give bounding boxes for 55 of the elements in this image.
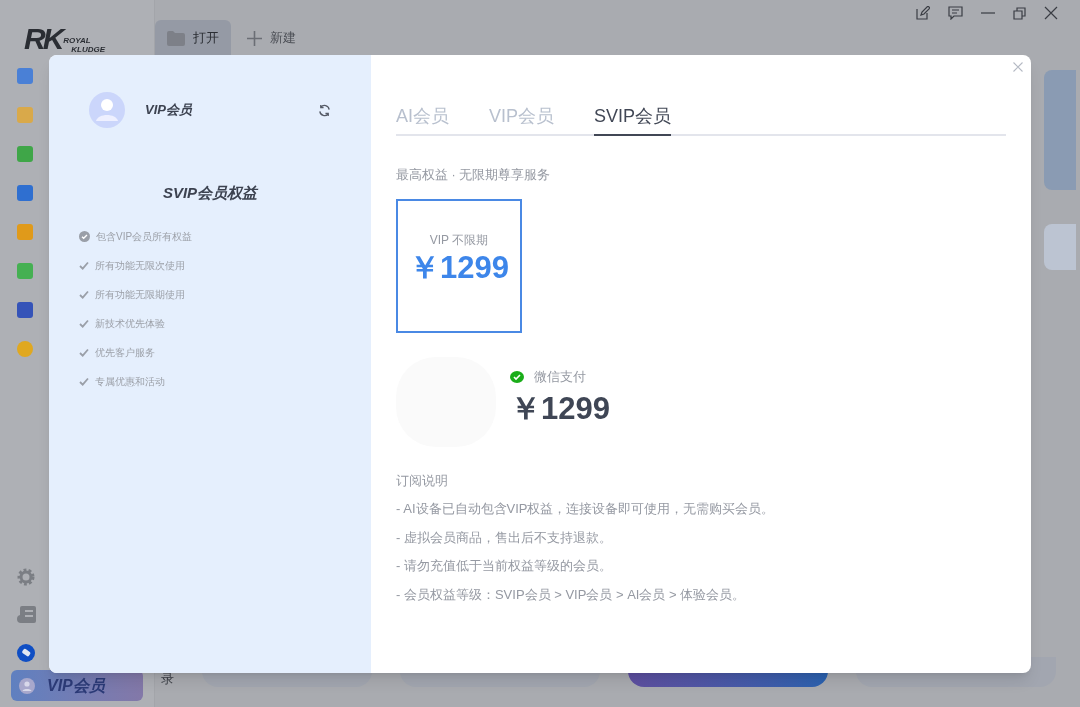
edit-icon[interactable] [916, 6, 930, 20]
benefit-text: 专属优惠和活动 [95, 374, 165, 389]
message-icon[interactable] [948, 6, 963, 20]
row-label: 录 [161, 670, 174, 688]
membership-tab[interactable]: SVIP会员 [594, 103, 672, 136]
benefit-text: 所有功能无限期使用 [95, 287, 185, 302]
server-icon[interactable] [17, 606, 36, 624]
toolbar-button[interactable]: 新建 [235, 20, 308, 56]
check-icon [79, 260, 89, 270]
plus-icon [247, 30, 262, 46]
benefit-text: 优先客户服务 [95, 345, 155, 360]
check-icon [79, 347, 89, 357]
folder-icon [167, 30, 185, 46]
avatar-icon [89, 92, 125, 128]
plan-price: ￥1299 [409, 248, 509, 287]
toolbar-button[interactable]: 打开 [155, 20, 231, 56]
note-text: - 请勿充值低于当前权益等级的会员。 [396, 557, 613, 576]
wechat-pay-icon [510, 370, 524, 383]
check-icon [79, 376, 89, 386]
sidebar-app-icon[interactable] [17, 146, 33, 162]
sidebar-app-icon[interactable] [17, 341, 33, 357]
plan-card[interactable]: VIP 不限期 ￥1299 [396, 198, 522, 333]
membership-tab[interactable]: VIP会员 [489, 103, 555, 136]
sidebar-app-icon[interactable] [17, 263, 33, 279]
benefits-title: SVIP会员权益 [161, 183, 260, 203]
plan-name: VIP 不限期 [429, 231, 489, 249]
payment-price: ￥1299 [510, 390, 610, 429]
close-icon[interactable] [1044, 6, 1058, 20]
refresh-icon[interactable] [318, 103, 331, 117]
tag-badge-icon[interactable] [17, 644, 35, 662]
note-text: - AI设备已自动包含VIP权益，连接设备即可使用，无需购买会员。 [396, 500, 776, 519]
member-name: VIP会员 [145, 101, 192, 120]
note-text: - 虚拟会员商品，售出后不支持退款。 [396, 528, 613, 547]
check-icon [79, 318, 89, 328]
plan-subtitle: 最高权益 · 无限期尊享服务 [396, 167, 552, 184]
check-circle-icon [79, 230, 90, 242]
benefit-text: 包含VIP会员所有权益 [96, 229, 193, 244]
card-background [1044, 224, 1076, 270]
sidebar-app-icon[interactable] [17, 302, 33, 318]
note-text: - 会员权益等级：SVIP会员 > VIP会员 > AI会员 > 体验会员。 [396, 585, 747, 604]
membership-tab[interactable]: AI会员 [396, 103, 449, 136]
benefit-text: 所有功能无限次使用 [95, 258, 185, 273]
restore-icon[interactable] [1013, 6, 1026, 20]
sidebar-app-icon[interactable] [17, 185, 33, 201]
vip-member-button[interactable]: VIP会员 [11, 670, 143, 701]
sidebar-app-icon[interactable] [17, 224, 33, 240]
minimize-icon[interactable] [981, 12, 995, 14]
avatar-icon [19, 677, 35, 694]
sidebar-app-icon[interactable] [17, 68, 33, 84]
benefit-text: 新技术优先体验 [95, 316, 165, 331]
notes-title: 订阅说明 [396, 471, 449, 490]
settings-icon[interactable] [17, 568, 35, 586]
payment-method: 微信支付 [534, 367, 586, 386]
check-icon [79, 289, 89, 299]
sidebar-app-icon[interactable] [17, 107, 33, 123]
